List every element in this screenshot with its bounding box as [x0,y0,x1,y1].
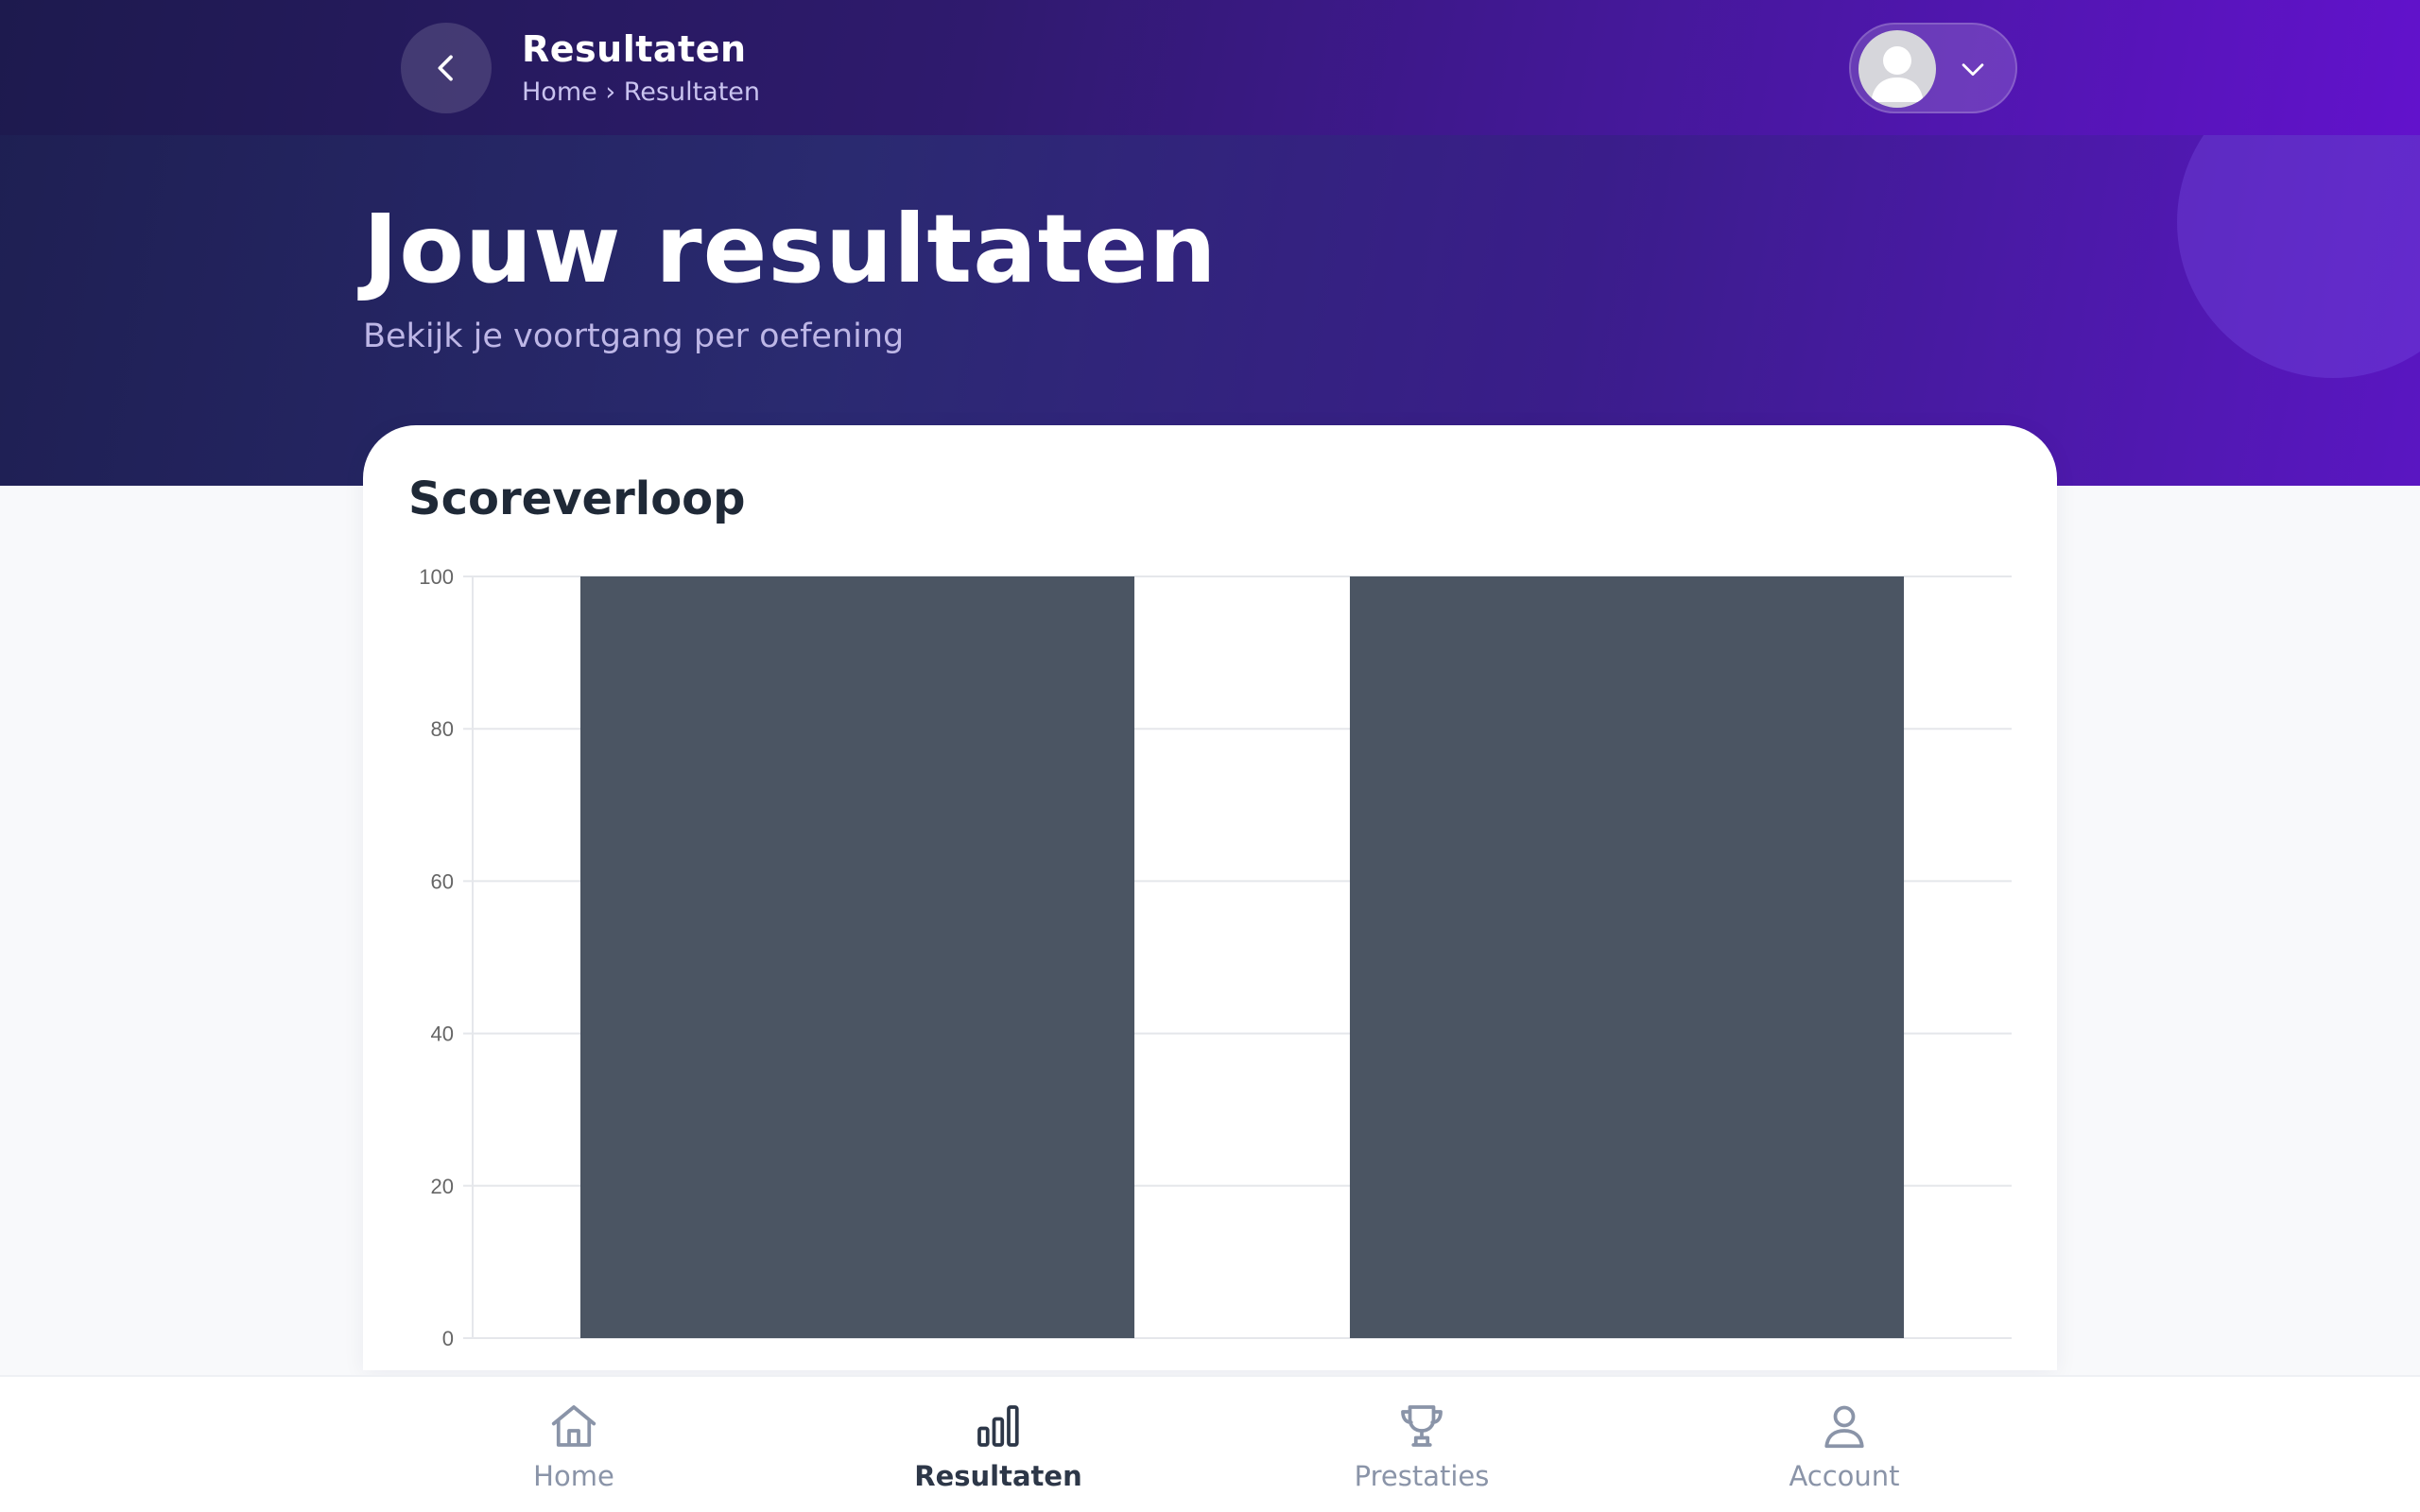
bar-2[interactable] [1349,576,1905,1338]
page-title: Jouw resultaten [363,194,1218,304]
nav-item-account[interactable]: Account [1703,1377,1986,1512]
nav-label-home: Home [533,1460,614,1492]
chevron-left-icon [438,55,453,81]
bar-chart-icon [977,1405,1019,1447]
breadcrumb-separator: › [605,77,616,107]
nav-item-home[interactable]: Home [432,1377,716,1512]
nav-label-prestaties: Prestaties [1354,1460,1490,1492]
top-bar: Resultaten Home › Resultaten [0,0,2420,135]
user-icon [1824,1405,1864,1449]
user-avatar-icon [1871,46,1924,102]
nav-item-prestaties[interactable]: Prestaties [1280,1377,1564,1512]
y-tick-label: 60 [431,869,454,893]
y-tick-label: 0 [442,1327,454,1350]
home-icon [551,1405,596,1447]
score-chart: 0 20 40 60 80 100 [419,565,2012,1350]
score-card: Scoreverloop 0 20 40 60 80 100 [363,425,2057,1370]
user-menu-button[interactable] [1849,23,2017,113]
avatar [1858,30,1936,108]
breadcrumb: Home › Resultaten [522,77,760,107]
y-tick-label: 20 [431,1175,454,1198]
breadcrumb-current: Resultaten [623,77,761,107]
app: Resultaten Home › Resultaten Jouw result… [0,0,2420,1512]
back-button[interactable] [401,23,492,113]
nav-label-account: Account [1789,1460,1900,1492]
header-title: Resultaten [522,28,747,70]
y-tick-label: 40 [431,1022,454,1046]
nav-label-resultaten: Resultaten [914,1460,1082,1492]
chevron-down-icon [1962,63,1984,77]
trophy-icon [1401,1405,1443,1447]
nav-item-resultaten[interactable]: Resultaten [856,1377,1140,1512]
page-subtitle: Bekijk je voortgang per oefening [363,318,905,355]
y-tick-label: 80 [431,717,454,741]
breadcrumb-home[interactable]: Home [522,77,597,107]
bar-1[interactable] [579,576,1135,1338]
y-tick-label: 100 [419,565,454,589]
bottom-navigation: Home Resultaten Prestaties Account [0,1375,2420,1512]
